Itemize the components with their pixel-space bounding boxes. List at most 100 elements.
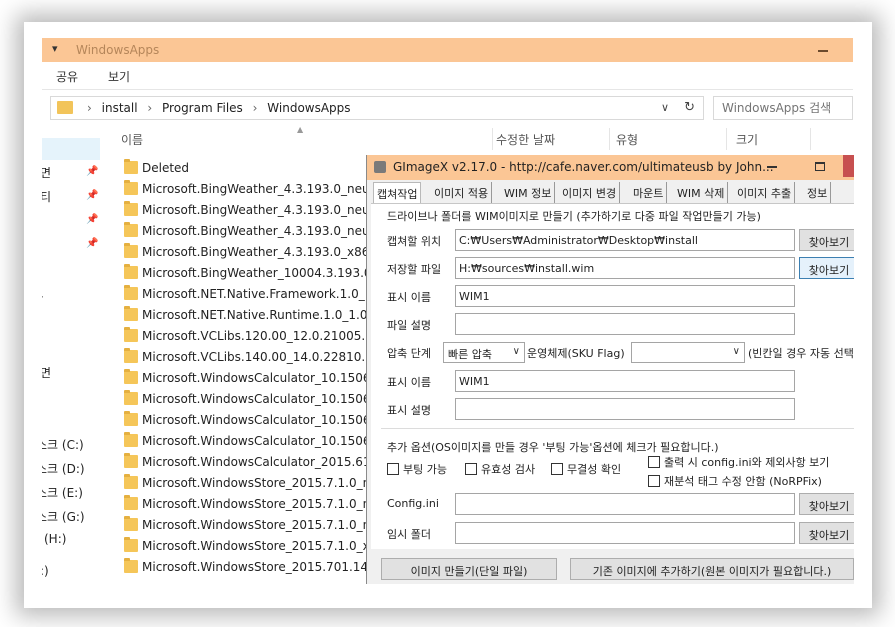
column-size[interactable]: 크기 bbox=[736, 131, 758, 148]
tab-mount[interactable]: 마운트 bbox=[630, 182, 668, 203]
chevron-down-icon[interactable]: ∨ bbox=[661, 101, 669, 114]
ribbon-tab-view[interactable]: 보기 bbox=[108, 68, 130, 85]
chk-integrity[interactable]: 무결성 확인 bbox=[551, 461, 621, 477]
chk-norpfix-label: 재분석 태그 수정 안함 (NoRPFix) bbox=[664, 475, 822, 488]
file-name: Microsoft.WindowsStore_2015.7.1.0_neut bbox=[142, 476, 390, 490]
compression-select[interactable]: 빠른 압축 ∨ bbox=[443, 342, 525, 363]
close-button[interactable] bbox=[843, 155, 854, 177]
tab-change-image[interactable]: 이미지 변경 bbox=[559, 182, 621, 203]
file-desc-field[interactable] bbox=[455, 313, 795, 335]
breadcrumb-item[interactable]: Program Files bbox=[162, 101, 243, 115]
tab-wim-info[interactable]: WIM 정보 bbox=[501, 182, 556, 203]
folder-icon bbox=[124, 327, 138, 342]
nav-item[interactable]: ⋅ bbox=[42, 290, 44, 304]
address-bar[interactable]: › install › Program Files › WindowsApps … bbox=[50, 96, 704, 120]
display-desc-field[interactable] bbox=[455, 398, 795, 420]
os-hint: (빈칸일 경우 자동 선택 bbox=[748, 347, 854, 360]
temp-folder-field[interactable] bbox=[455, 522, 795, 544]
chevron-down-icon: ∨ bbox=[732, 346, 740, 357]
column-divider[interactable] bbox=[726, 128, 727, 150]
nav-item[interactable]: 면 bbox=[42, 364, 51, 381]
divider bbox=[381, 428, 854, 429]
folder-icon bbox=[57, 101, 73, 114]
tab-wim-delete[interactable]: WIM 삭제 bbox=[674, 182, 729, 203]
search-box[interactable] bbox=[713, 96, 853, 120]
compression-value: 빠른 압축 bbox=[448, 348, 492, 361]
nav-item-drive-d[interactable]: 스크 (D:) bbox=[42, 460, 85, 477]
breadcrumb-item[interactable]: WindowsApps bbox=[267, 101, 350, 115]
chk-show-config[interactable]: 출력 시 config.ini와 제외사항 보기 bbox=[648, 454, 829, 470]
folder-icon bbox=[124, 453, 138, 468]
nav-selected-item[interactable] bbox=[42, 138, 100, 160]
folder-icon bbox=[124, 306, 138, 321]
chk-bootable-label: 부팅 가능 bbox=[403, 463, 447, 476]
nav-item-drive-g[interactable]: 스크 (G:) bbox=[42, 508, 85, 525]
pin-icon: 📌 bbox=[86, 190, 99, 201]
sort-up-icon: ▲ bbox=[297, 125, 304, 134]
make-image-button[interactable]: 이미지 만들기(단일 파일) bbox=[381, 558, 557, 580]
file-name: Microsoft.WindowsStore_2015.7.1.0_neut bbox=[142, 518, 390, 532]
maximize-button[interactable] bbox=[797, 155, 843, 177]
file-name: Microsoft.NET.Native.Runtime.1.0_1.0.229 bbox=[142, 308, 395, 322]
browse-config-button[interactable]: 찾아보기 bbox=[799, 493, 854, 515]
config-field[interactable] bbox=[455, 493, 795, 515]
refresh-icon[interactable]: ↻ bbox=[684, 100, 695, 115]
file-name: Microsoft.VCLibs.140.00_14.0.22810.0_x8 bbox=[142, 350, 394, 364]
gimagex-titlebar: GImageX v2.17.0 - http://cafe.naver.com/… bbox=[367, 155, 854, 180]
nav-item[interactable]: 면 bbox=[42, 164, 51, 181]
minimize-button[interactable] bbox=[803, 40, 843, 60]
tab-extract-image[interactable]: 이미지 추출 bbox=[734, 182, 796, 203]
config-label: Config.ini bbox=[387, 497, 439, 510]
save-file-label: 저장할 파일 bbox=[387, 263, 442, 276]
append-image-button[interactable]: 기존 이미지에 추가하기(원본 이미지가 필요합니다.) bbox=[570, 558, 854, 580]
folder-icon bbox=[124, 180, 138, 195]
tab-info[interactable]: 정보 bbox=[804, 182, 832, 203]
search-input[interactable] bbox=[714, 97, 852, 119]
display-name-field[interactable]: WIM1 bbox=[455, 285, 795, 307]
folder-icon bbox=[124, 432, 138, 447]
chevron-right-icon: › bbox=[147, 101, 153, 115]
nav-item[interactable]: 티 bbox=[42, 188, 51, 205]
column-divider[interactable] bbox=[492, 128, 493, 150]
file-name: Microsoft.WindowsCalculator_10.1506.19 bbox=[142, 413, 390, 427]
pin-icon: 📌 bbox=[86, 214, 99, 225]
file-name: Microsoft.WindowsStore_2015.7.1.0_x86_ bbox=[142, 539, 391, 553]
chk-norpfix[interactable]: 재분석 태그 수정 안함 (NoRPFix) bbox=[648, 473, 822, 489]
quick-access-dropdown-icon[interactable]: ▾ bbox=[52, 42, 58, 55]
os-label: 운영체제(SKU Flag) bbox=[527, 347, 625, 360]
folder-icon bbox=[124, 390, 138, 405]
file-name: Microsoft.WindowsStore_2015.701.14.0_r bbox=[142, 560, 391, 574]
breadcrumb-item[interactable]: install bbox=[102, 101, 138, 115]
file-name: Microsoft.BingWeather_4.3.193.0_neutral_ bbox=[142, 182, 396, 196]
browse-save-button[interactable]: 찾아보기 bbox=[799, 257, 854, 279]
chevron-down-icon: ∨ bbox=[512, 346, 520, 357]
nav-item-drive-e[interactable]: 스크 (E:) bbox=[42, 484, 83, 501]
column-date-modified[interactable]: 수정한 날짜 bbox=[496, 131, 555, 148]
minimize-button[interactable] bbox=[749, 155, 795, 177]
tab-capture[interactable]: 캡쳐작업 bbox=[373, 182, 422, 204]
nav-item-drive-h[interactable]: (H:) bbox=[44, 532, 66, 546]
capture-location-field[interactable]: C:₩Users₩Administrator₩Desktop₩install bbox=[455, 229, 795, 251]
extra-options-title: 추가 옵션(OS이미지를 만들 경우 '부팅 가능'옵션에 체크가 필요합니다.… bbox=[387, 441, 719, 454]
chk-bootable[interactable]: 부팅 가능 bbox=[387, 461, 447, 477]
browse-temp-button[interactable]: 찾아보기 bbox=[799, 522, 854, 544]
display-name-label: 표시 이름 bbox=[387, 291, 431, 304]
column-name[interactable]: 이름 bbox=[121, 131, 143, 148]
browse-capture-button[interactable]: 찾아보기 bbox=[799, 229, 854, 251]
column-type[interactable]: 유형 bbox=[616, 131, 638, 148]
chk-validity[interactable]: 유효성 검사 bbox=[465, 461, 535, 477]
column-divider[interactable] bbox=[810, 128, 811, 150]
nav-item-drive-c[interactable]: 스크 (C:) bbox=[42, 436, 84, 453]
file-name: Microsoft.BingWeather_4.3.193.0_neutral_ bbox=[142, 203, 396, 217]
ribbon-tab-share[interactable]: 공유 bbox=[56, 68, 78, 85]
os-select[interactable]: ∨ bbox=[631, 342, 745, 363]
tab-apply-image[interactable]: 이미지 적용 bbox=[431, 182, 493, 203]
save-file-field[interactable]: H:₩sources₩install.wim bbox=[455, 257, 795, 279]
file-name: Microsoft.VCLibs.120.00_12.0.21005.1_x8 bbox=[142, 329, 394, 343]
display-name2-field[interactable]: WIM1 bbox=[455, 370, 795, 392]
nav-item[interactable]: :) bbox=[42, 564, 49, 578]
app-icon bbox=[374, 161, 386, 173]
folder-icon bbox=[124, 369, 138, 384]
column-divider[interactable] bbox=[609, 128, 610, 150]
temp-folder-label: 임시 폴더 bbox=[387, 528, 431, 541]
